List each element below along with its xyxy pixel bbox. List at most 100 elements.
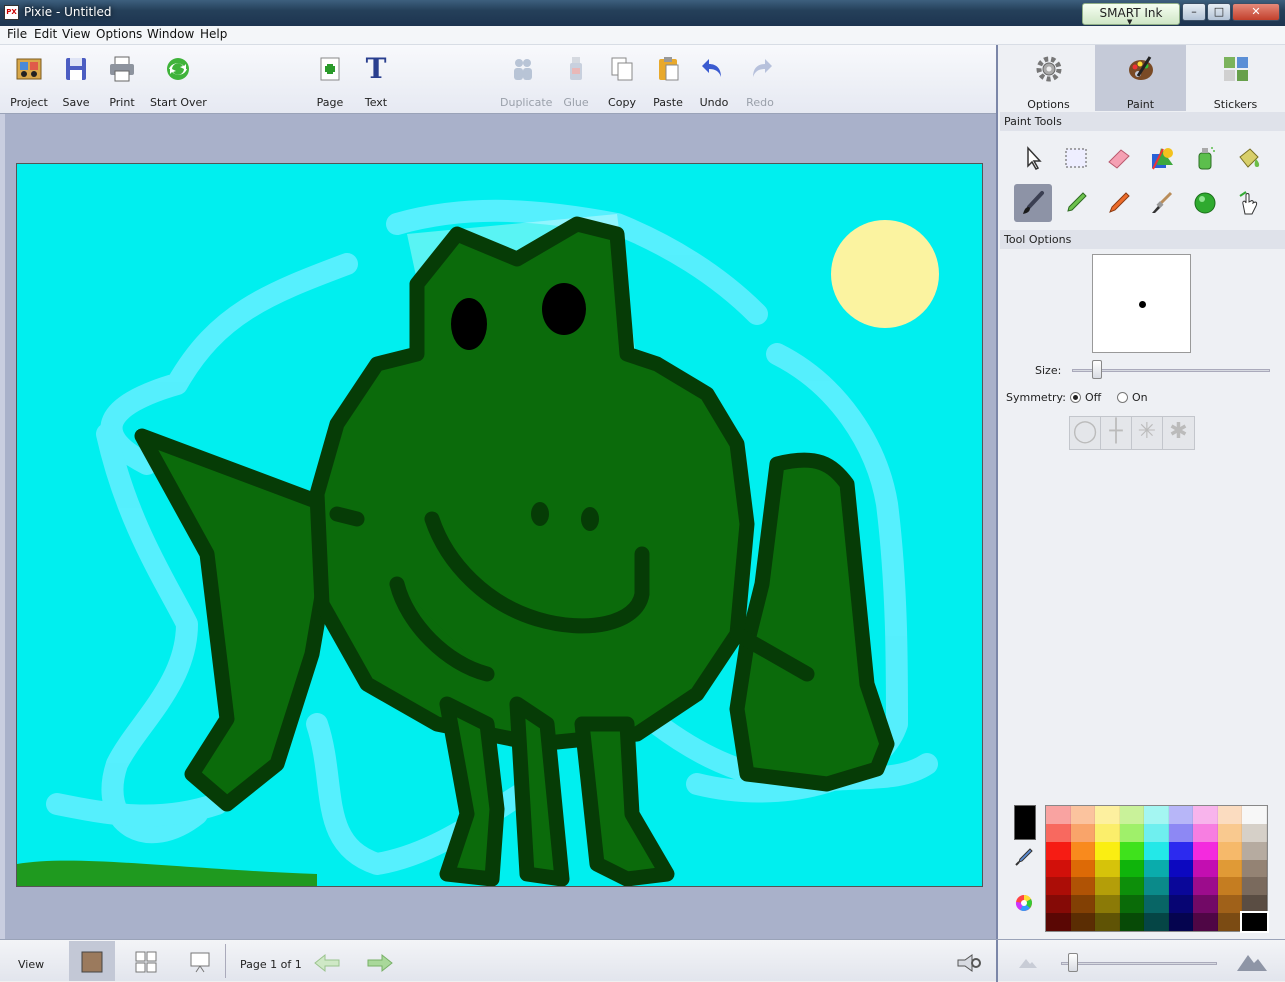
palette-swatch[interactable]	[1119, 806, 1145, 824]
paste-button[interactable]: Paste	[648, 51, 688, 109]
eraser-tool[interactable]	[1100, 139, 1138, 177]
palette-swatch[interactable]	[1168, 806, 1194, 824]
eyedropper-icon[interactable]	[1014, 847, 1034, 867]
palette-swatch[interactable]	[1095, 823, 1120, 842]
palette-swatch[interactable]	[1217, 913, 1243, 931]
redo-button[interactable]: Redo	[740, 51, 780, 109]
palette-swatch[interactable]	[1046, 806, 1071, 824]
select-tool[interactable]	[1014, 139, 1052, 177]
palette-swatch[interactable]	[1217, 895, 1243, 914]
palette-swatch[interactable]	[1095, 859, 1120, 878]
menu-options[interactable]: Options	[96, 27, 142, 41]
prev-page-arrow-icon[interactable]	[313, 953, 341, 973]
menu-edit[interactable]: Edit	[34, 27, 57, 41]
palette-swatch[interactable]	[1046, 823, 1071, 842]
palette-swatch[interactable]	[1144, 877, 1169, 896]
palette-swatch[interactable]	[1095, 806, 1120, 824]
drawing-canvas[interactable]	[16, 163, 983, 887]
menu-window[interactable]: Window	[147, 27, 194, 41]
menu-file[interactable]: File	[7, 27, 27, 41]
palette-swatch[interactable]	[1144, 823, 1169, 842]
tab-paint[interactable]: Paint	[1095, 45, 1186, 111]
symmetry-off-radio[interactable]	[1070, 392, 1081, 403]
pixie-app-icon[interactable]: PX	[4, 5, 19, 20]
duplicate-button[interactable]: Duplicate	[500, 51, 552, 109]
tab-stickers[interactable]: Stickers	[1190, 45, 1281, 111]
palette-swatch[interactable]	[1095, 841, 1120, 860]
palette-swatch[interactable]	[1193, 806, 1218, 824]
palette-swatch[interactable]	[1070, 877, 1096, 896]
palette-swatch[interactable]	[1095, 913, 1120, 931]
minimize-button[interactable]: –	[1182, 3, 1206, 21]
close-button[interactable]: ✕	[1232, 3, 1280, 21]
zoom-slider-thumb[interactable]	[1068, 953, 1079, 972]
bucket-tool[interactable]	[1230, 139, 1268, 177]
palette-swatch[interactable]	[1070, 859, 1096, 878]
palette-swatch[interactable]	[1046, 859, 1071, 878]
palette-swatch[interactable]	[1046, 877, 1071, 896]
brush-tool[interactable]	[1014, 184, 1052, 222]
menu-view[interactable]: View	[62, 27, 90, 41]
presentation-view-button[interactable]	[177, 941, 223, 981]
save-button[interactable]: Save	[56, 51, 96, 109]
palette-swatch[interactable]	[1119, 895, 1145, 914]
palette-swatch[interactable]	[1119, 841, 1145, 860]
palette-swatch[interactable]	[1046, 913, 1071, 931]
palette-swatch[interactable]	[1046, 895, 1071, 914]
symmetry-cross-icon[interactable]: ┼	[1101, 417, 1132, 449]
palette-swatch[interactable]	[1144, 859, 1169, 878]
symmetry-six-icon[interactable]: ✳	[1132, 417, 1163, 449]
zoom-slider[interactable]	[1061, 962, 1217, 965]
palette-swatch[interactable]	[1242, 895, 1267, 914]
copy-button[interactable]: Copy	[602, 51, 642, 109]
palette-swatch[interactable]	[1070, 913, 1096, 931]
undo-button[interactable]: Undo	[694, 51, 734, 109]
marquee-tool[interactable]	[1057, 139, 1095, 177]
palette-swatch[interactable]	[1242, 859, 1267, 878]
glue-button[interactable]: Glue	[556, 51, 596, 109]
palette-swatch[interactable]	[1144, 841, 1169, 860]
palette-swatch[interactable]	[1070, 823, 1096, 842]
palette-swatch[interactable]	[1144, 806, 1169, 824]
symmetry-mirror-icon[interactable]: ◯	[1070, 417, 1101, 449]
next-page-arrow-icon[interactable]	[366, 953, 394, 973]
palette-swatch[interactable]	[1095, 877, 1120, 896]
smudge-tool[interactable]	[1230, 184, 1268, 222]
smart-ink-button[interactable]: SMART Ink ▼	[1082, 3, 1180, 26]
palette-swatch[interactable]	[1193, 895, 1218, 914]
palette-swatch[interactable]	[1193, 913, 1218, 931]
start-over-button[interactable]: Start Over	[150, 51, 207, 109]
palette-swatch[interactable]	[1217, 859, 1243, 878]
audio-record-icon[interactable]	[955, 952, 983, 974]
palette-swatch[interactable]	[1070, 895, 1096, 914]
palette-swatch[interactable]	[1217, 841, 1243, 860]
palette-swatch[interactable]	[1119, 859, 1145, 878]
palette-swatch[interactable]	[1070, 806, 1096, 824]
palette-swatch[interactable]	[1168, 895, 1194, 914]
symmetry-eight-icon[interactable]: ✱	[1163, 417, 1194, 449]
marker-tool[interactable]	[1057, 184, 1095, 222]
palette-swatch[interactable]	[1070, 841, 1096, 860]
palette-swatch[interactable]	[1240, 911, 1269, 933]
palette-swatch[interactable]	[1217, 877, 1243, 896]
spray-tool[interactable]	[1186, 139, 1224, 177]
menu-help[interactable]: Help	[200, 27, 227, 41]
palette-swatch[interactable]	[1119, 823, 1145, 842]
grid-view-button[interactable]	[123, 941, 169, 981]
palette-swatch[interactable]	[1193, 823, 1218, 842]
palette-swatch[interactable]	[1217, 806, 1243, 824]
zoom-out-icon[interactable]	[1018, 955, 1038, 969]
palette-swatch[interactable]	[1242, 877, 1267, 896]
print-button[interactable]: Print	[102, 51, 142, 109]
palette-swatch[interactable]	[1168, 823, 1194, 842]
current-color-swatch[interactable]	[1014, 805, 1036, 840]
palette-swatch[interactable]	[1242, 823, 1267, 842]
ball-tool[interactable]	[1186, 184, 1224, 222]
palette-swatch[interactable]	[1168, 913, 1194, 931]
palette-swatch[interactable]	[1144, 895, 1169, 914]
palette-swatch[interactable]	[1193, 859, 1218, 878]
palette-swatch[interactable]	[1168, 841, 1194, 860]
palette-swatch[interactable]	[1242, 806, 1267, 824]
palette-swatch[interactable]	[1168, 877, 1194, 896]
crayon-tool[interactable]	[1100, 184, 1138, 222]
